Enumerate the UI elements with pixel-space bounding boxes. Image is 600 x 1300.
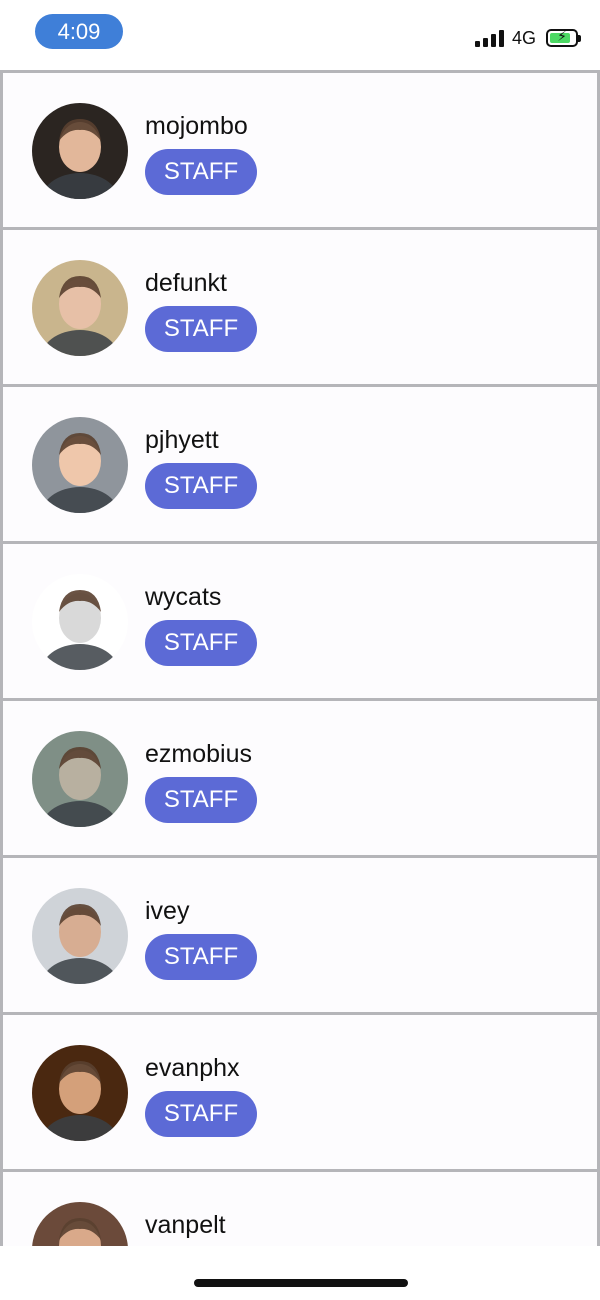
staff-badge: STAFF <box>145 306 257 352</box>
user-avatar-defunkt <box>32 260 128 356</box>
staff-badge: STAFF <box>145 463 257 509</box>
user-avatar-wycats <box>32 574 128 670</box>
cellular-signal-icon <box>474 29 504 47</box>
user-avatar-evanphx <box>32 1045 128 1141</box>
home-indicator[interactable] <box>194 1279 408 1287</box>
staff-badge: STAFF <box>145 149 257 195</box>
user-list-item-vanpelt[interactable]: vanpelt STAFF <box>3 1172 597 1246</box>
user-login: vanpelt <box>145 1211 226 1239</box>
user-list-item-pjhyett[interactable]: pjhyett STAFF <box>3 387 597 541</box>
user-avatar-ezmobius <box>32 731 128 827</box>
status-indicators: 4G ⚡ <box>474 26 581 50</box>
status-time: 4:09 <box>35 14 123 49</box>
user-login: wycats <box>145 583 222 611</box>
user-list-item-defunkt[interactable]: defunkt STAFF <box>3 230 597 384</box>
charging-bolt-icon: ⚡ <box>557 28 567 44</box>
user-list-item-evanphx[interactable]: evanphx STAFF <box>3 1015 597 1169</box>
user-list[interactable]: mojombo STAFF defunkt STAFF pjhyett STAF… <box>0 70 600 1246</box>
user-login: ezmobius <box>145 740 252 768</box>
user-list-item-ezmobius[interactable]: ezmobius STAFF <box>3 701 597 855</box>
user-list-item-ivey[interactable]: ivey STAFF <box>3 858 597 1012</box>
staff-badge: STAFF <box>145 1091 257 1137</box>
user-avatar-vanpelt <box>32 1202 128 1246</box>
user-avatar-ivey <box>32 888 128 984</box>
status-bar: 4:09 4G ⚡ <box>0 0 600 70</box>
user-login: defunkt <box>145 269 228 297</box>
user-avatar-pjhyett <box>32 417 128 513</box>
user-avatar-mojombo <box>32 103 128 199</box>
user-login: pjhyett <box>145 426 219 454</box>
user-login: mojombo <box>145 112 248 140</box>
home-indicator-area <box>0 1246 600 1300</box>
user-list-item-wycats[interactable]: wycats STAFF <box>3 544 597 698</box>
staff-badge: STAFF <box>145 777 257 823</box>
user-list-item-mojombo[interactable]: mojombo STAFF <box>3 73 597 227</box>
user-login: evanphx <box>145 1054 240 1082</box>
staff-badge: STAFF <box>145 934 257 980</box>
staff-badge: STAFF <box>145 620 257 666</box>
user-login: ivey <box>145 897 190 925</box>
network-type: 4G <box>511 28 536 48</box>
battery-icon: ⚡ <box>546 28 581 47</box>
